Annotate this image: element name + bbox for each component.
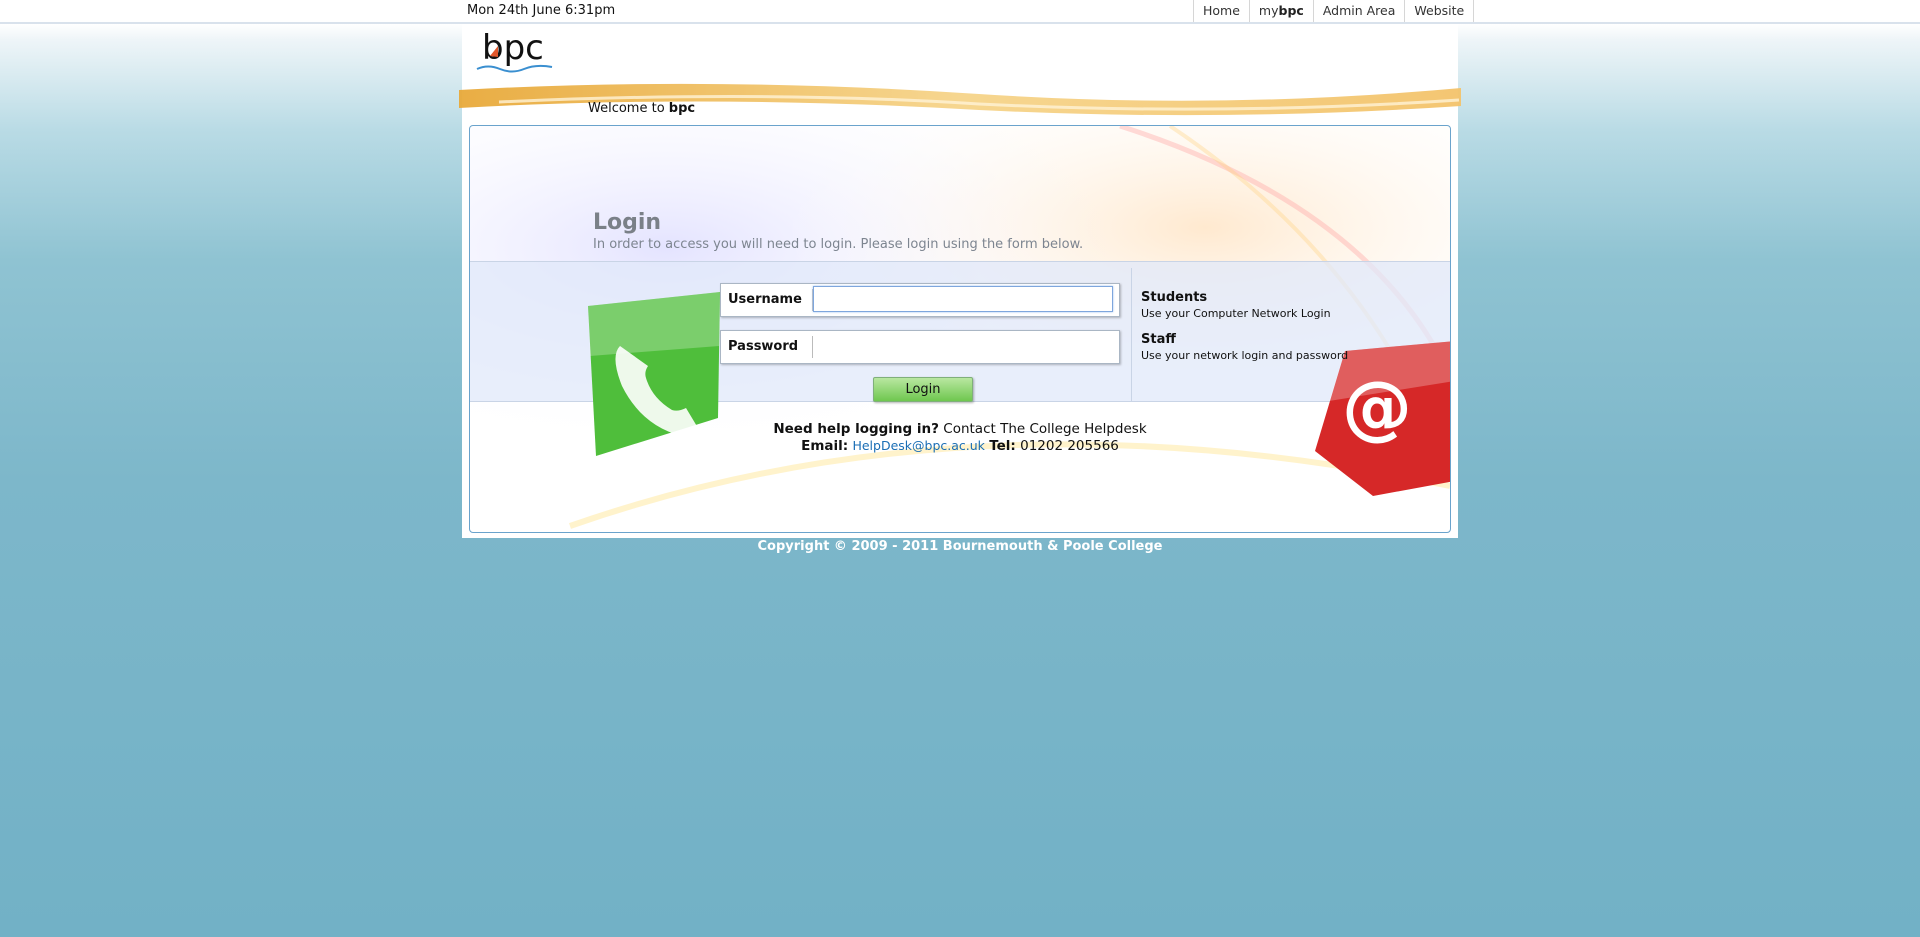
password-input[interactable] <box>813 333 1113 359</box>
bpc-logo[interactable]: bpc <box>476 28 556 76</box>
date-display: Mon 24th June 6:31pm <box>467 3 616 18</box>
staff-description: Use your network login and password <box>1141 349 1349 362</box>
help-tel-label: Tel: <box>989 438 1016 454</box>
welcome-prefix: Welcome to <box>588 101 669 116</box>
students-description: Use your Computer Network Login <box>1141 307 1331 320</box>
nav-mybpc-prefix: my <box>1258 3 1279 18</box>
help-email-label: Email: <box>801 438 849 454</box>
welcome-brand: bpc <box>668 101 696 116</box>
username-field: Username <box>720 283 1120 317</box>
copyright-text: Copyright © 2009 - 2011 Bournemouth & Po… <box>757 539 1163 554</box>
nav-home-link[interactable]: Home <box>1193 0 1249 22</box>
helpdesk-email-link[interactable]: HelpDesk@bpc.ac.uk <box>852 438 984 453</box>
staff-title: Staff <box>1141 332 1176 347</box>
students-title: Students <box>1141 290 1208 305</box>
band-divider <box>1131 268 1132 401</box>
page-container: bpc Welcome to bpc Login In order to acc… <box>459 24 1461 538</box>
password-label: Password <box>728 339 799 354</box>
help-contact-line: Email: HelpDesk@bpc.ac.uk Tel: 01202 205… <box>470 438 1450 454</box>
help-tel-number: 01202 205566 <box>1020 438 1119 454</box>
at-sign-icon: @ <box>1315 341 1450 496</box>
help-question: Need help logging in? <box>773 421 939 437</box>
login-title: Login <box>593 210 662 235</box>
nav-mybpc-link[interactable]: mybpc <box>1248 0 1313 22</box>
password-field: Password <box>720 330 1120 364</box>
nav-website-link[interactable]: Website <box>1404 0 1475 22</box>
top-navigation: Home mybpc Admin Area Website <box>1193 0 1475 22</box>
username-input[interactable] <box>813 286 1113 312</box>
username-label: Username <box>728 292 802 307</box>
top-bar: Mon 24th June 6:31pm Home mybpc Admin Ar… <box>0 0 1920 24</box>
login-subtitle: In order to access you will need to logi… <box>593 237 1084 252</box>
help-contact: Contact The College Helpdesk <box>938 421 1147 437</box>
help-line: Need help logging in? Contact The Colleg… <box>470 421 1450 437</box>
login-button[interactable]: Login <box>873 377 973 402</box>
nav-admin-link[interactable]: Admin Area <box>1312 0 1405 22</box>
logo-wave-icon <box>476 46 553 73</box>
nav-mybpc-bold: bpc <box>1278 3 1304 18</box>
login-panel: Login In order to access you will need t… <box>469 125 1451 533</box>
welcome-text: Welcome to bpc <box>588 101 695 116</box>
